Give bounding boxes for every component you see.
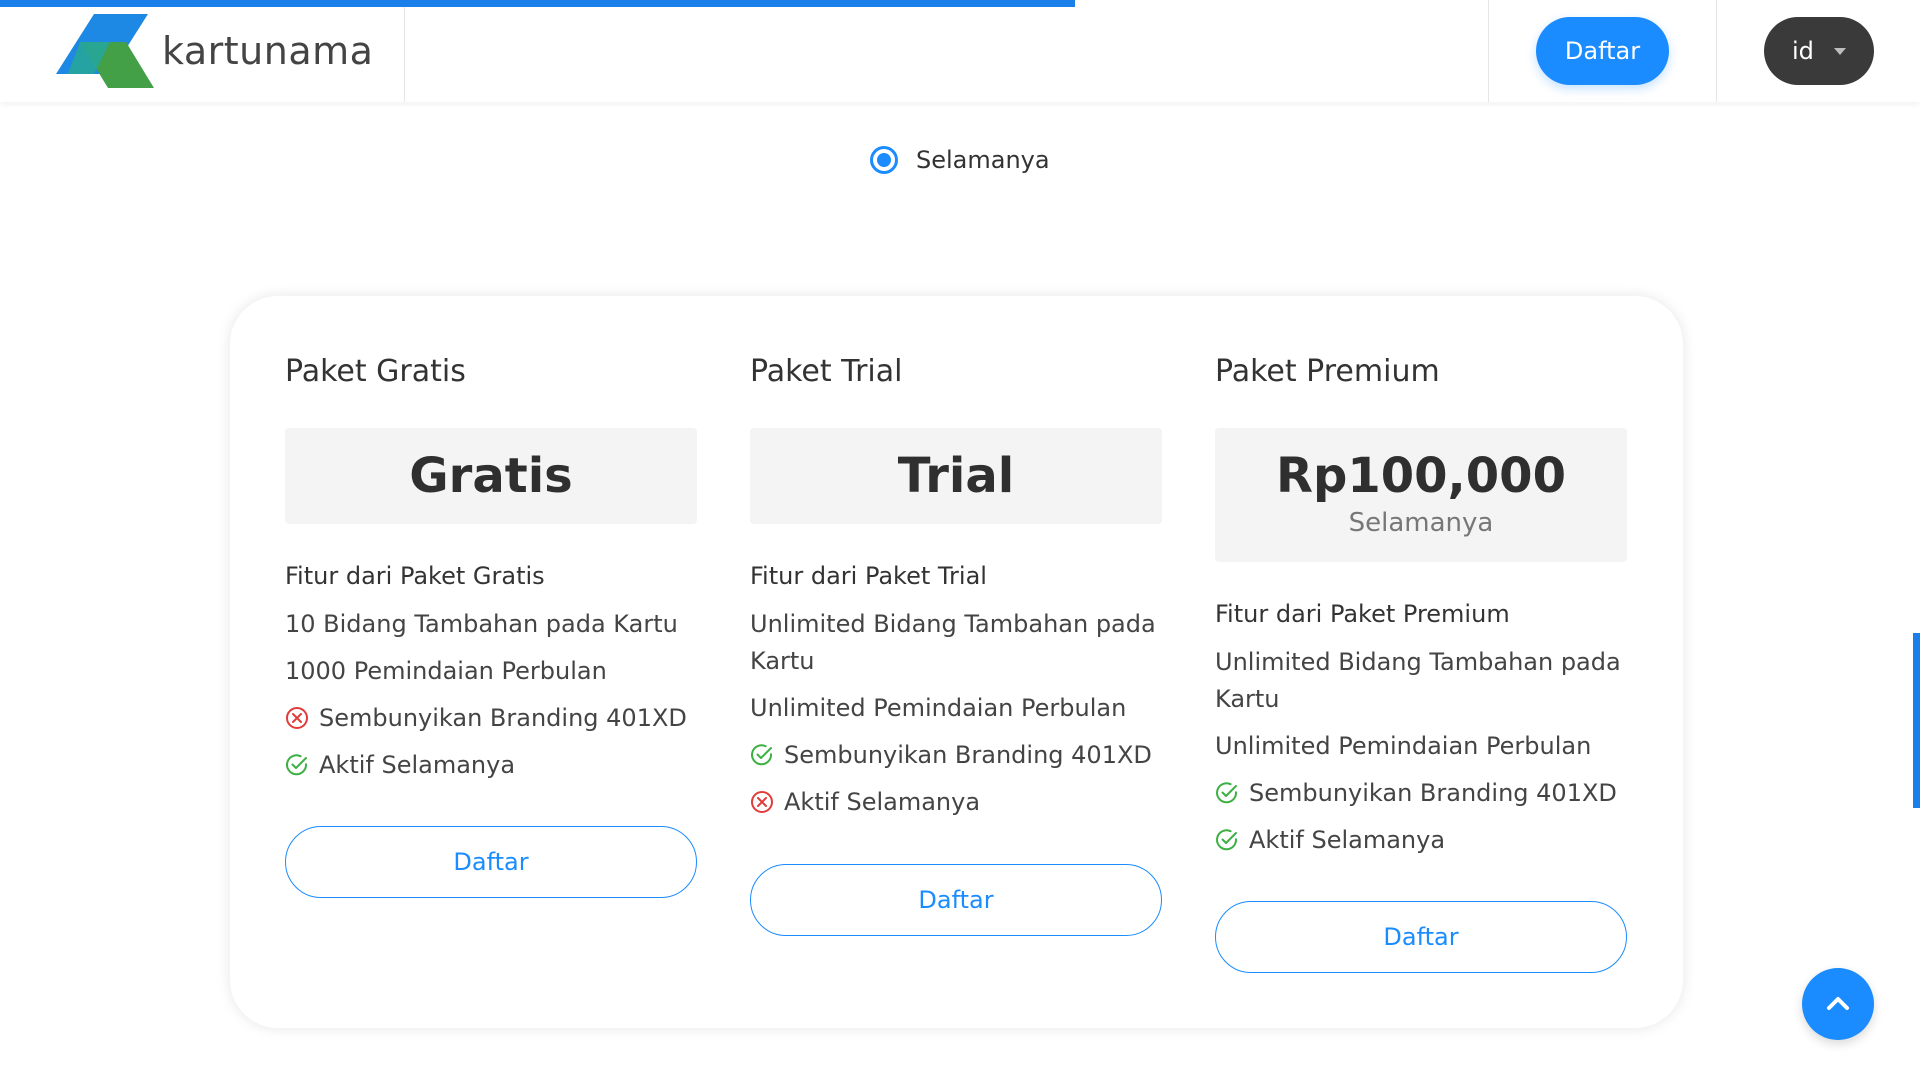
plan-price: Rp100,000 [1276, 448, 1566, 504]
header-divider [1716, 0, 1717, 102]
pricing-card-container: Paket Gratis Gratis Fitur dari Paket Gra… [230, 296, 1683, 1028]
feature-item: Sembunyikan Branding 401XD [1215, 775, 1627, 812]
plan-title: Paket Gratis [285, 354, 466, 389]
brand[interactable]: kartunama [56, 14, 373, 88]
feature-item: Unlimited Pemindaian Perbulan [1215, 732, 1592, 760]
feature-item: Aktif Selamanya [285, 747, 697, 784]
plan-period: Selamanya [1348, 508, 1494, 538]
language-select[interactable]: id [1764, 17, 1874, 85]
check-circle-icon [286, 754, 308, 776]
feature-list: Unlimited Bidang Tambahan pada Kartu Unl… [1215, 644, 1627, 869]
price-box: Trial [750, 428, 1162, 524]
scroll-position-indicator [1913, 633, 1920, 808]
price-box: Rp100,000 Selamanya [1215, 428, 1627, 562]
caret-down-icon [1834, 48, 1846, 55]
header-divider [404, 0, 405, 102]
feature-item: 1000 Pemindaian Perbulan [285, 657, 607, 685]
scroll-to-top-button[interactable] [1802, 968, 1874, 1040]
x-circle-icon [751, 791, 773, 813]
feature-item: Aktif Selamanya [1215, 822, 1627, 859]
header-divider [1488, 0, 1489, 102]
page-load-progress-bar [0, 0, 1076, 7]
feature-item: 10 Bidang Tambahan pada Kartu [285, 610, 678, 638]
feature-item: Sembunyikan Branding 401XD [750, 737, 1162, 774]
plan-title: Paket Trial [750, 354, 903, 389]
feature-item: Sembunyikan Branding 401XD [285, 700, 697, 737]
x-circle-icon [286, 707, 308, 729]
site-header: kartunama Daftar id [0, 0, 1920, 102]
feature-item: Unlimited Bidang Tambahan pada Kartu [1215, 648, 1621, 713]
plan-price: Trial [897, 448, 1015, 504]
kartunama-logo-icon [56, 14, 154, 88]
plan-register-button[interactable]: Daftar [285, 826, 697, 898]
feature-list: Unlimited Bidang Tambahan pada Kartu Unl… [750, 606, 1162, 831]
check-circle-icon [1216, 829, 1238, 851]
feature-item: Unlimited Bidang Tambahan pada Kartu [750, 610, 1156, 675]
period-option-label: Selamanya [916, 146, 1050, 174]
plan-price: Gratis [409, 448, 573, 504]
radio-selected-icon[interactable] [870, 146, 898, 174]
feature-item: Unlimited Pemindaian Perbulan [750, 694, 1127, 722]
chevron-up-icon [1827, 997, 1849, 1010]
price-box: Gratis [285, 428, 697, 524]
check-circle-icon [751, 744, 773, 766]
plan-register-button[interactable]: Daftar [750, 864, 1162, 936]
feature-item: Aktif Selamanya [750, 784, 1162, 821]
features-title: Fitur dari Paket Premium [1215, 600, 1510, 628]
period-option-lifetime[interactable]: Selamanya [870, 146, 1050, 174]
plan-register-button[interactable]: Daftar [1215, 901, 1627, 973]
feature-list: 10 Bidang Tambahan pada Kartu 1000 Pemin… [285, 606, 697, 794]
check-circle-icon [1216, 782, 1238, 804]
plan-title: Paket Premium [1215, 354, 1440, 389]
language-value: id [1792, 37, 1814, 65]
features-title: Fitur dari Paket Gratis [285, 562, 545, 590]
brand-name: kartunama [162, 29, 374, 73]
features-title: Fitur dari Paket Trial [750, 562, 987, 590]
register-button[interactable]: Daftar [1536, 17, 1669, 85]
